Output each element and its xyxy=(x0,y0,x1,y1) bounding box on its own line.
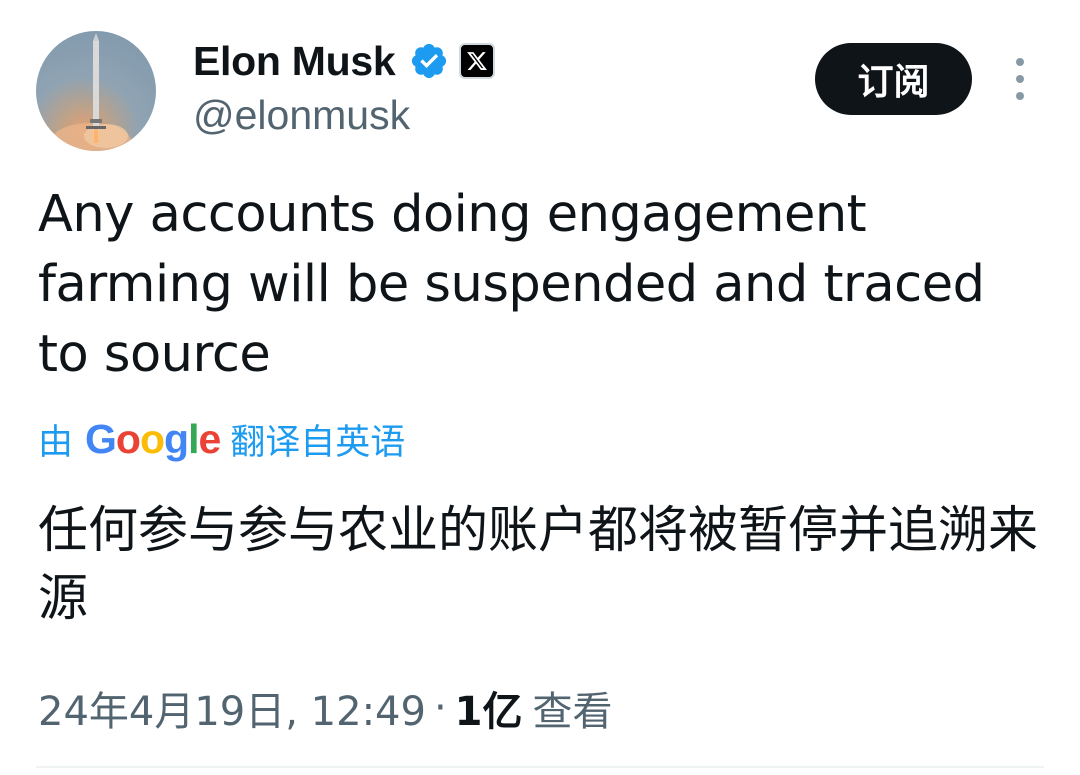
views-label: 查看 xyxy=(532,689,613,735)
tweet-meta: 24年4月19日, 12:49 · 1亿 查看 xyxy=(38,680,613,736)
translation-attribution[interactable]: 由 Google 翻译自英语 xyxy=(38,414,405,464)
tweet-timestamp[interactable]: 24年4月19日, 12:49 xyxy=(38,679,426,737)
author-name-row: Elon Musk xyxy=(193,36,496,86)
more-dot xyxy=(1016,75,1024,83)
meta-separator: · xyxy=(433,685,447,731)
x-glyph-icon xyxy=(467,52,488,70)
verified-badge-icon[interactable] xyxy=(409,41,449,81)
more-dot xyxy=(1016,58,1024,66)
subscribe-button[interactable]: 订阅 xyxy=(815,43,972,115)
translate-by-label: 由 xyxy=(38,422,74,463)
x-logo-icon[interactable] xyxy=(459,43,496,79)
author-handle[interactable]: @elonmusk xyxy=(193,92,410,139)
google-logo: Google xyxy=(85,415,221,462)
views-count[interactable]: 1亿 xyxy=(455,679,523,737)
more-options-icon[interactable] xyxy=(1005,58,1035,100)
tweet-translation: 任何参与参与农业的账户都将被暂停并追溯来源 xyxy=(38,501,1038,627)
more-dot xyxy=(1016,92,1024,100)
author-display-name[interactable]: Elon Musk xyxy=(193,38,396,85)
rocket-launch-image xyxy=(51,33,131,151)
tweet-text: Any accounts doing engagement farming wi… xyxy=(38,185,985,384)
avatar[interactable] xyxy=(36,31,156,151)
divider xyxy=(36,766,1044,768)
translated-from-label: 翻译自英语 xyxy=(230,422,406,463)
